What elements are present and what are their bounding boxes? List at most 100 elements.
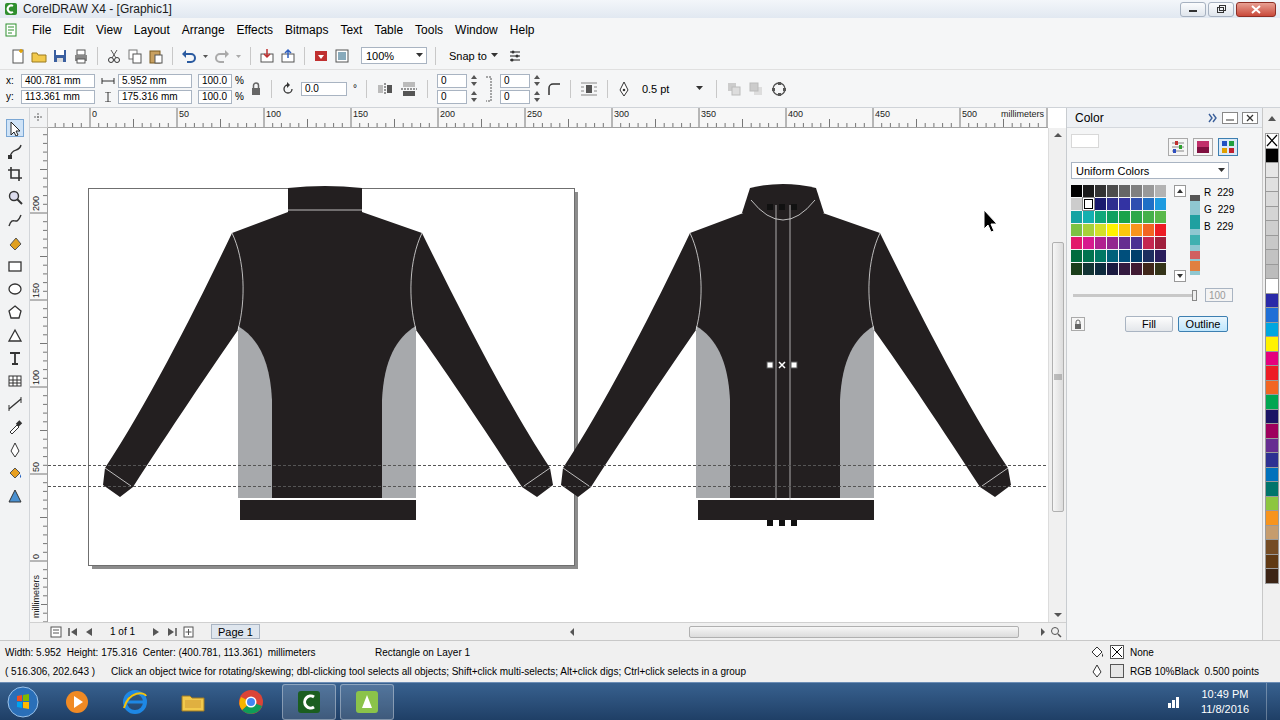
spinner-icon[interactable]	[533, 90, 541, 103]
to-back-icon[interactable]	[748, 81, 764, 97]
color-palettes-icon[interactable]	[1218, 138, 1238, 156]
position-value[interactable]: 113.361 mm	[25, 91, 80, 102]
dimension-tool-icon[interactable]	[7, 396, 23, 412]
color-swatch[interactable]	[1143, 250, 1154, 262]
palette-swatch[interactable]	[1265, 191, 1279, 207]
no-color-swatch[interactable]	[1265, 133, 1279, 149]
jacket-back[interactable]	[103, 186, 553, 520]
freehand-tool-icon[interactable]	[7, 212, 23, 228]
menu-item[interactable]: Arrange	[176, 21, 231, 39]
coreldraw-taskbar-icon[interactable]	[295, 688, 323, 716]
color-swatch[interactable]	[1155, 237, 1166, 249]
color-swatch[interactable]	[1083, 211, 1094, 223]
eyedropper-tool-icon[interactable]	[7, 419, 23, 435]
print-icon[interactable]	[73, 48, 89, 64]
color-model[interactable]: Uniform Colors	[1076, 165, 1149, 177]
fill-bucket-icon[interactable]	[1090, 645, 1104, 659]
color-swatch[interactable]	[1131, 250, 1142, 262]
color-swatch[interactable]	[1155, 211, 1166, 223]
fill-button-label[interactable]: Fill	[1142, 318, 1156, 330]
menu-item[interactable]: View	[90, 21, 128, 39]
scroll-thumb[interactable]	[689, 626, 1019, 638]
color-swatch[interactable]	[1143, 185, 1154, 197]
navigator-icon[interactable]	[1050, 626, 1062, 638]
options-icon[interactable]	[507, 48, 523, 64]
color-swatch[interactable]	[1095, 198, 1106, 210]
color-swatch[interactable]	[1071, 198, 1082, 210]
application-launcher-icon[interactable]	[313, 48, 329, 64]
corner-radius-field[interactable]: 0	[437, 90, 467, 104]
color-swatch[interactable]	[1155, 198, 1166, 210]
file-explorer-icon[interactable]	[179, 688, 207, 716]
palette-swatch[interactable]	[1265, 481, 1279, 497]
scale-value[interactable]: 100.0	[202, 91, 227, 102]
zoom-level[interactable]: 100%	[366, 50, 394, 62]
palette-swatch[interactable]	[1265, 322, 1279, 338]
menu-item[interactable]: File	[28, 21, 57, 39]
palette-swatch[interactable]	[1265, 438, 1279, 454]
to-front-icon[interactable]	[726, 81, 742, 97]
position-value[interactable]: 400.781 mm	[25, 75, 81, 86]
color-swatch[interactable]	[1071, 224, 1082, 236]
zoom-tool-icon[interactable]	[7, 189, 23, 205]
basic-shapes-icon[interactable]	[7, 327, 23, 343]
taskbar-button[interactable]	[108, 684, 162, 720]
color-swatch[interactable]	[1083, 237, 1094, 249]
size-value[interactable]: 175.316 mm	[122, 91, 178, 102]
corner-radius-value[interactable]: 0	[441, 75, 447, 86]
color-swatch[interactable]	[1107, 237, 1118, 249]
shape-tool-icon[interactable]	[7, 143, 23, 159]
table-tool-icon[interactable]	[7, 373, 23, 389]
previous-page-icon[interactable]	[84, 627, 94, 637]
menu-item[interactable]: Help	[504, 21, 541, 39]
palette-swatch[interactable]	[1265, 220, 1279, 236]
palette-swatch[interactable]	[1265, 539, 1279, 555]
x-position-field[interactable]: 400.781 mm	[21, 74, 95, 88]
palette-swatch[interactable]	[1265, 351, 1279, 367]
taskbar-button[interactable]	[340, 684, 394, 720]
clock-date[interactable]: 11/8/2016	[1201, 702, 1249, 717]
next-page-icon[interactable]	[151, 627, 161, 637]
add-page-icon[interactable]	[183, 626, 195, 638]
scroll-right-icon[interactable]	[1040, 628, 1046, 636]
ruler-origin[interactable]	[30, 108, 48, 128]
palette-swatch[interactable]	[1265, 525, 1279, 541]
internet-explorer-icon[interactable]	[121, 688, 149, 716]
menu-item[interactable]: Tools	[409, 21, 449, 39]
maximize-button[interactable]	[1208, 2, 1234, 17]
color-swatch[interactable]	[1107, 198, 1118, 210]
minimize-button[interactable]	[1180, 2, 1206, 17]
outline-width[interactable]: 0.5 pt	[642, 83, 670, 95]
outline-tool-icon[interactable]	[7, 442, 23, 458]
tint-slider[interactable]	[1073, 294, 1195, 297]
palette-swatch[interactable]	[1265, 365, 1279, 381]
horizontal-scrollbar[interactable]	[565, 626, 1066, 638]
color-swatch[interactable]	[1119, 224, 1130, 236]
palette-swatch[interactable]	[1265, 177, 1279, 193]
palette-swatch[interactable]	[1265, 467, 1279, 483]
taskbar-button[interactable]	[166, 684, 220, 720]
first-page-icon[interactable]	[68, 627, 78, 637]
scroll-thumb[interactable]	[1052, 242, 1064, 512]
swatch-scroll-down-icon[interactable]	[1174, 270, 1186, 282]
corner-radius-value[interactable]: 0	[504, 75, 510, 86]
color-swatch[interactable]	[1107, 211, 1118, 223]
menu-item[interactable]: Window	[449, 21, 504, 39]
menu-item[interactable]: Layout	[128, 21, 176, 39]
taskbar-button[interactable]	[50, 684, 104, 720]
snap-to-dropdown[interactable]: Snap to	[444, 47, 502, 64]
outline-button-label[interactable]: Outline	[1186, 318, 1221, 330]
color-viewers-icon[interactable]	[1193, 138, 1213, 156]
undo-icon[interactable]	[181, 48, 197, 64]
color-swatch[interactable]	[1143, 237, 1154, 249]
color-swatch[interactable]	[1143, 224, 1154, 236]
restore-icon[interactable]	[1216, 5, 1226, 13]
rotation-value[interactable]: 0.0	[305, 83, 319, 94]
outline-width-dropdown[interactable]: 0.5 pt	[637, 80, 707, 97]
color-swatch[interactable]	[1071, 211, 1082, 223]
vertical-scrollbar[interactable]	[1048, 128, 1066, 622]
round-corners-icon[interactable]	[547, 82, 561, 96]
corel-capture-icon[interactable]	[353, 688, 381, 716]
color-swatch[interactable]	[1095, 224, 1106, 236]
crop-tool-icon[interactable]	[7, 166, 23, 182]
